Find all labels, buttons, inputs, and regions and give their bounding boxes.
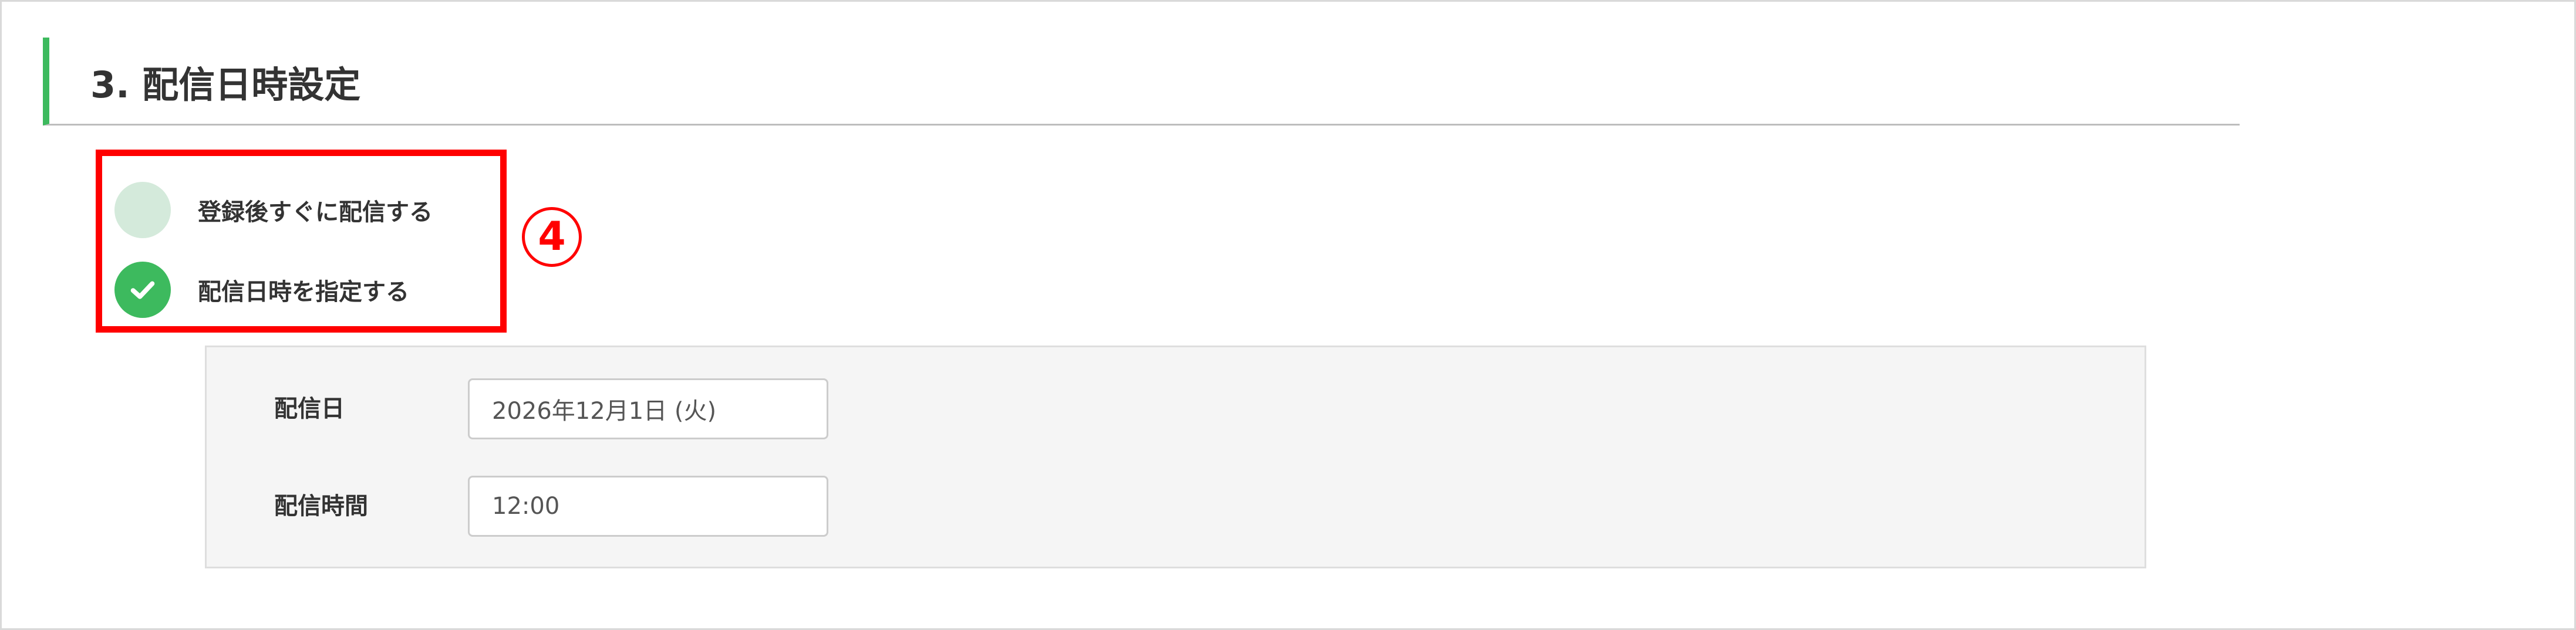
delivery-date-label: 配信日 (274, 395, 345, 422)
radio-unselected-icon[interactable] (114, 182, 171, 238)
datetime-settings-panel: 配信日 配信時間 (205, 346, 2146, 568)
delivery-time-input[interactable] (468, 476, 828, 537)
radio-selected-icon[interactable] (114, 262, 171, 318)
check-icon (130, 281, 155, 299)
section-title: 3. 配信日時設定 (90, 63, 361, 106)
annotation-marker-4: 4 (522, 207, 582, 267)
radio-option-send-immediately[interactable]: 登録後すぐに配信する (114, 181, 490, 239)
delivery-time-label: 配信時間 (274, 493, 368, 520)
radio-option-specify-datetime[interactable]: 配信日時を指定する (114, 260, 490, 319)
delivery-date-input[interactable] (468, 378, 828, 439)
section-header: 3. 配信日時設定 (43, 38, 2240, 126)
radio-label-specify-datetime: 配信日時を指定する (198, 279, 409, 306)
radio-label-send-immediately: 登録後すぐに配信する (198, 199, 433, 226)
